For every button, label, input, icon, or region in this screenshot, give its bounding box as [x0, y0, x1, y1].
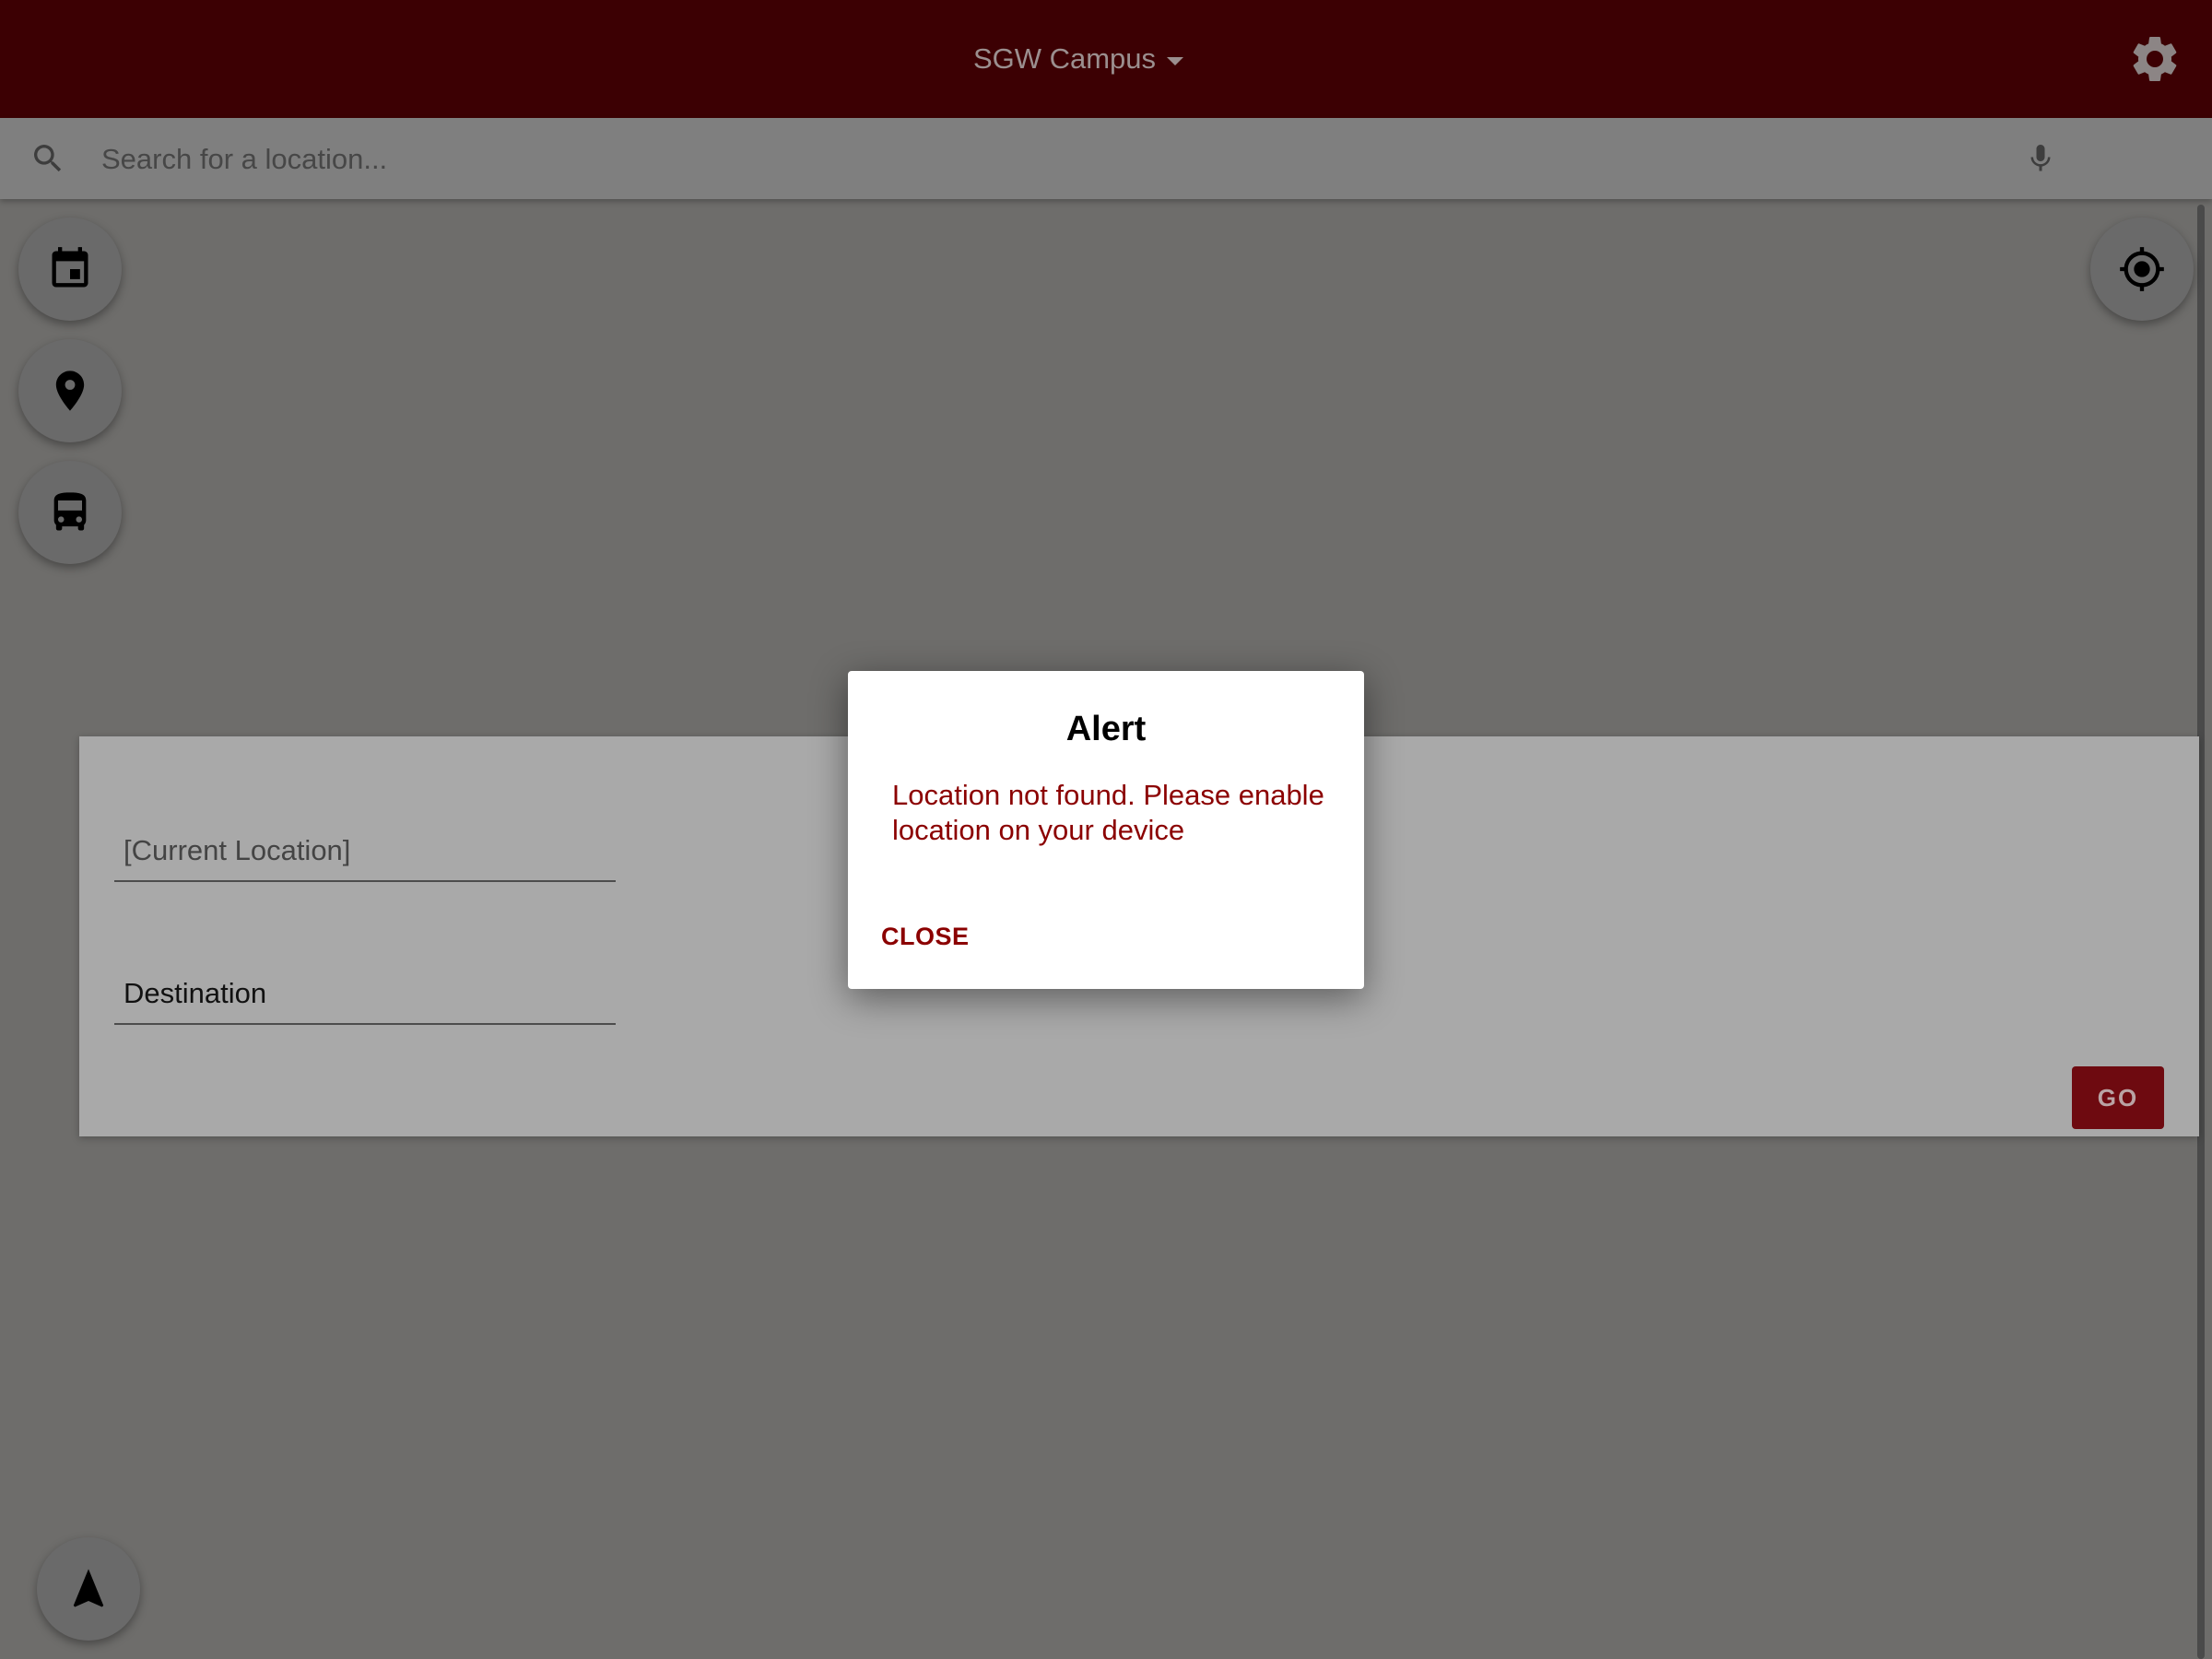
- calendar-icon: [52, 247, 88, 288]
- destination-field[interactable]: [114, 964, 616, 1023]
- search-bar: [0, 118, 2212, 199]
- map-pin-icon: [55, 371, 85, 411]
- gear-icon[interactable]: [2127, 31, 2183, 87]
- crosshair-icon: [2120, 247, 2164, 291]
- alert-dialog: Alert Location not found. Please enable …: [848, 671, 1364, 989]
- navigation-arrow-icon: [73, 1569, 104, 1607]
- search-icon[interactable]: [29, 140, 66, 177]
- dialog-message: Location not found. Please enable locati…: [892, 779, 1324, 846]
- destination-field-container: [114, 964, 616, 1025]
- origin-field-container: [114, 821, 616, 882]
- close-button[interactable]: CLOSE: [881, 923, 970, 951]
- go-button[interactable]: GO: [2072, 1066, 2164, 1129]
- chevron-down-icon: [1167, 56, 1184, 65]
- dialog-title: Alert: [1065, 710, 1147, 748]
- microphone-icon[interactable]: [2024, 138, 2057, 179]
- bus-icon: [53, 492, 87, 531]
- shuttle-button[interactable]: [18, 461, 122, 564]
- locate-me-button[interactable]: [2090, 218, 2194, 321]
- navigate-button[interactable]: [37, 1537, 140, 1641]
- search-input[interactable]: [100, 135, 1993, 184]
- calendar-button[interactable]: [18, 218, 122, 321]
- campus-selector-label: SGW Campus: [972, 42, 1157, 75]
- campus-selector[interactable]: SGW Campus: [972, 42, 1184, 76]
- origin-field[interactable]: [114, 821, 616, 880]
- top-app-bar: SGW Campus: [0, 0, 2212, 118]
- points-of-interest-button[interactable]: [18, 339, 122, 442]
